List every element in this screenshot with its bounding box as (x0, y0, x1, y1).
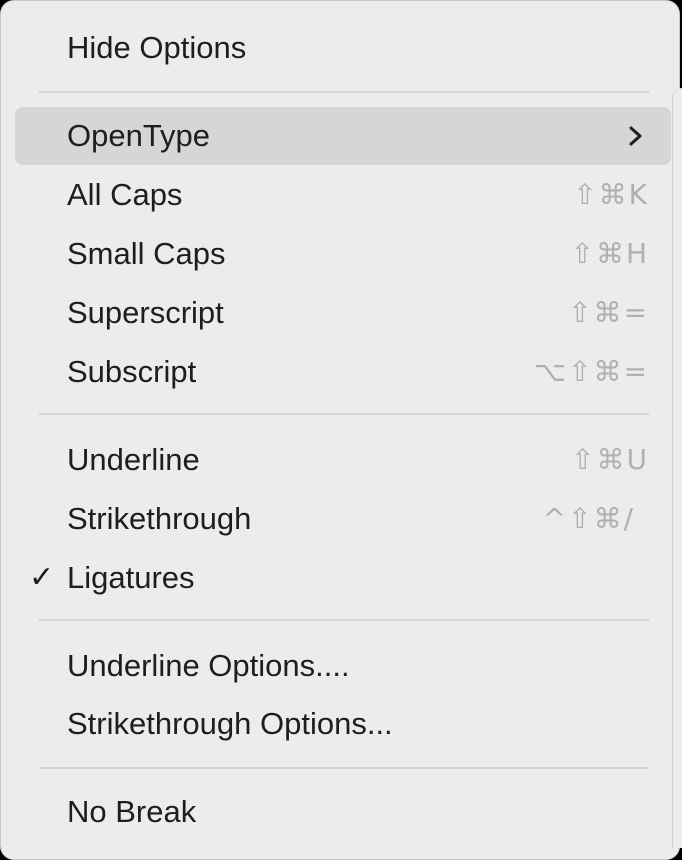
opentype-submenu-edge (672, 88, 682, 848)
menu-item-strikethrough[interactable]: Strikethrough ^⇧⌘/ (15, 490, 671, 548)
keyboard-shortcut: ⇧⌘U (571, 443, 649, 476)
menu-separator (39, 767, 649, 769)
keyboard-shortcut: ⇧⌘K (573, 178, 649, 211)
menu-item-label: Underline (67, 442, 200, 477)
menu-item-label: Superscript (67, 295, 224, 330)
menu-item-label: Strikethrough (67, 501, 252, 536)
menu-item-label: Ligatures (67, 560, 195, 595)
menu-item-label: Small Caps (67, 236, 226, 271)
menu-item-all-caps[interactable]: All Caps ⇧⌘K (15, 166, 671, 224)
menu-item-label: Subscript (67, 354, 197, 389)
menu-item-label: Hide Options (67, 30, 247, 65)
menu-item-underline-options[interactable]: Underline Options.... (15, 637, 671, 695)
chevron-right-icon (629, 126, 642, 146)
menu-item-no-break[interactable]: No Break (15, 783, 671, 841)
keyboard-shortcut: ⇧⌘= (568, 296, 649, 329)
menu-item-small-caps[interactable]: Small Caps ⇧⌘H (15, 225, 671, 283)
menu-separator (39, 413, 649, 415)
menu-item-hide-options[interactable]: Hide Options (15, 19, 671, 77)
menu-item-label: OpenType (67, 118, 211, 153)
menu-item-label: No Break (67, 794, 197, 829)
menu-item-subscript[interactable]: Subscript ⌥⇧⌘= (15, 343, 671, 401)
menu-item-label: Underline Options.... (67, 648, 350, 683)
menu-separator (39, 619, 649, 621)
text-format-menu: Hide Options OpenType All Caps ⇧⌘K Small… (0, 0, 680, 860)
keyboard-shortcut: ⇧⌘H (570, 237, 649, 270)
keyboard-shortcut: ⌥⇧⌘= (533, 355, 649, 388)
menu-separator (39, 91, 649, 93)
checkmark-icon: ✓ (29, 560, 55, 595)
keyboard-shortcut: ^⇧⌘/ (542, 502, 635, 535)
menu-item-label: Strikethrough Options... (67, 706, 393, 741)
menu-item-strikethrough-options[interactable]: Strikethrough Options... (15, 695, 671, 753)
menu-item-ligatures[interactable]: ✓ Ligatures (15, 549, 671, 607)
menu-item-underline[interactable]: Underline ⇧⌘U (15, 431, 671, 489)
menu-item-superscript[interactable]: Superscript ⇧⌘= (15, 284, 671, 342)
menu-item-label: All Caps (67, 177, 183, 212)
menu-item-opentype[interactable]: OpenType (15, 107, 671, 165)
